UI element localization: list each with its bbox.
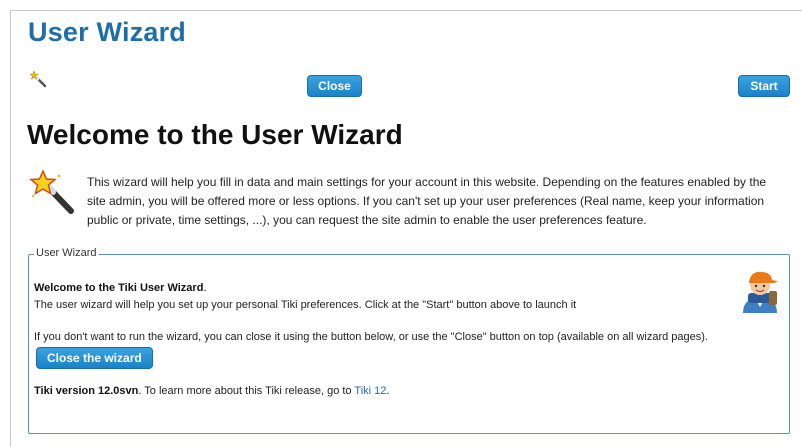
magic-wand-icon [29, 70, 48, 89]
close-wizard-button[interactable]: Close the wizard [36, 347, 153, 369]
close-info-text: If you don't want to run the wizard, you… [34, 331, 708, 343]
page-title: User Wizard [28, 17, 187, 47]
version-label: Tiki version 12.0svn [34, 385, 139, 397]
welcome-line: Welcome to the Tiki User Wizard. [34, 282, 207, 294]
user-avatar-icon [739, 267, 781, 313]
tiki-release-link[interactable]: Tiki 12 [354, 385, 386, 397]
close-button[interactable]: Close [307, 75, 362, 97]
version-line: Tiki version 12.0svn. To learn more abou… [34, 385, 390, 397]
user-wizard-panel: User Wizard Welcome to the Tiki User Wiz… [28, 247, 790, 434]
instructions-text: The user wizard will help you set up you… [34, 299, 577, 311]
panel-legend: User Wizard [34, 247, 99, 259]
intro-text: This wizard will help you fill in data a… [87, 175, 767, 227]
welcome-heading: Welcome to the User Wizard [27, 119, 403, 150]
start-button[interactable]: Start [738, 75, 790, 97]
magic-wand-icon [29, 169, 77, 216]
